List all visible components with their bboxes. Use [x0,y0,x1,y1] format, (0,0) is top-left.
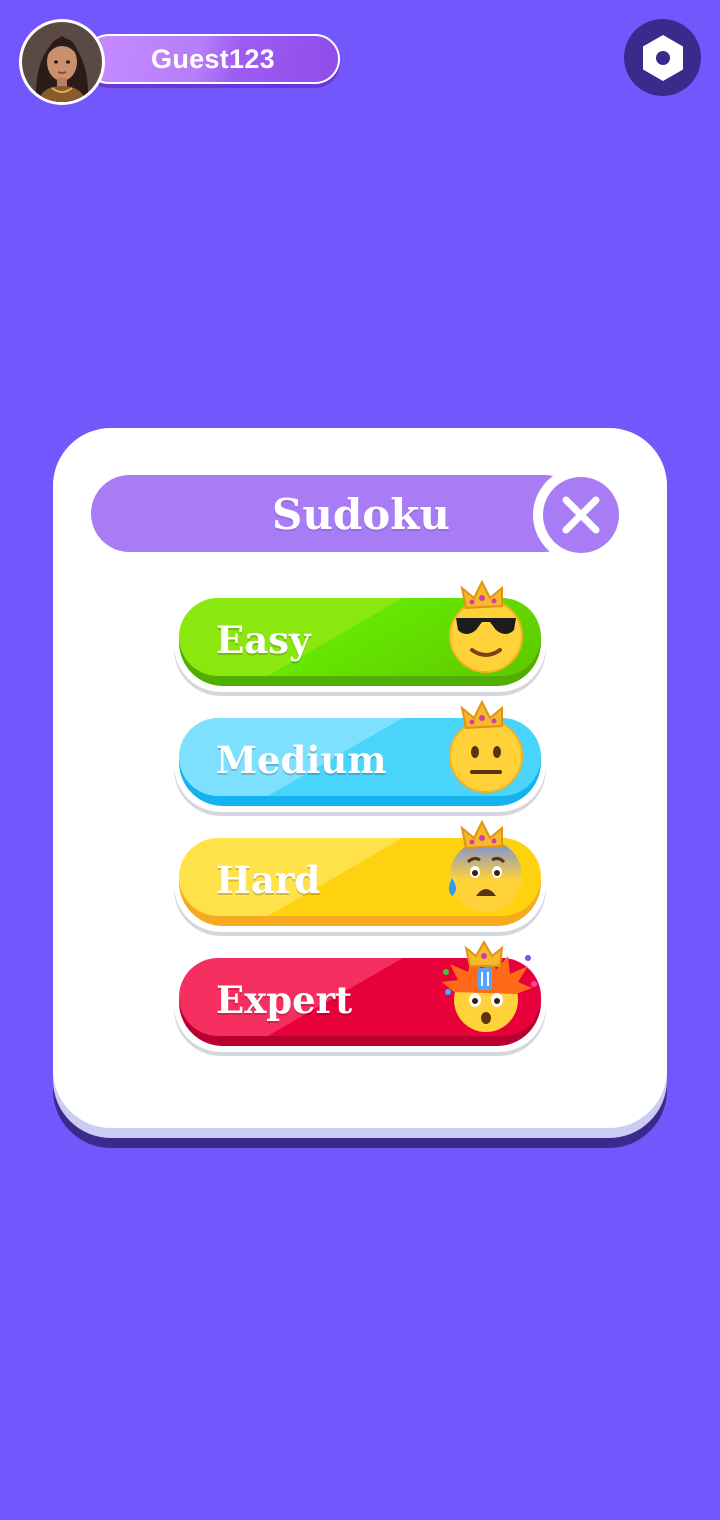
close-button[interactable] [533,467,629,563]
exploding-head-crown-emoji-icon [438,936,538,1036]
settings-button[interactable] [624,19,701,96]
medium-label: Medium [216,738,387,782]
expert-button[interactable]: Expert [174,939,546,1054]
medium-button[interactable]: Medium [174,699,546,814]
hard-button[interactable]: Hard [174,819,546,934]
close-button-inner [543,477,619,553]
hexagon-settings-icon [642,34,683,81]
anxious-crown-emoji-icon [438,816,538,916]
hard-label: Hard [216,858,321,902]
cool-crown-emoji-icon [438,576,538,676]
easy-button[interactable]: Easy [174,579,546,694]
avatar[interactable] [19,19,105,105]
easy-label: Easy [216,618,311,662]
neutral-crown-emoji-icon [438,696,538,796]
close-icon [562,496,600,534]
avatar-portrait-icon [22,22,102,102]
expert-label: Expert [216,978,353,1022]
username-label: Guest123 [151,44,275,74]
